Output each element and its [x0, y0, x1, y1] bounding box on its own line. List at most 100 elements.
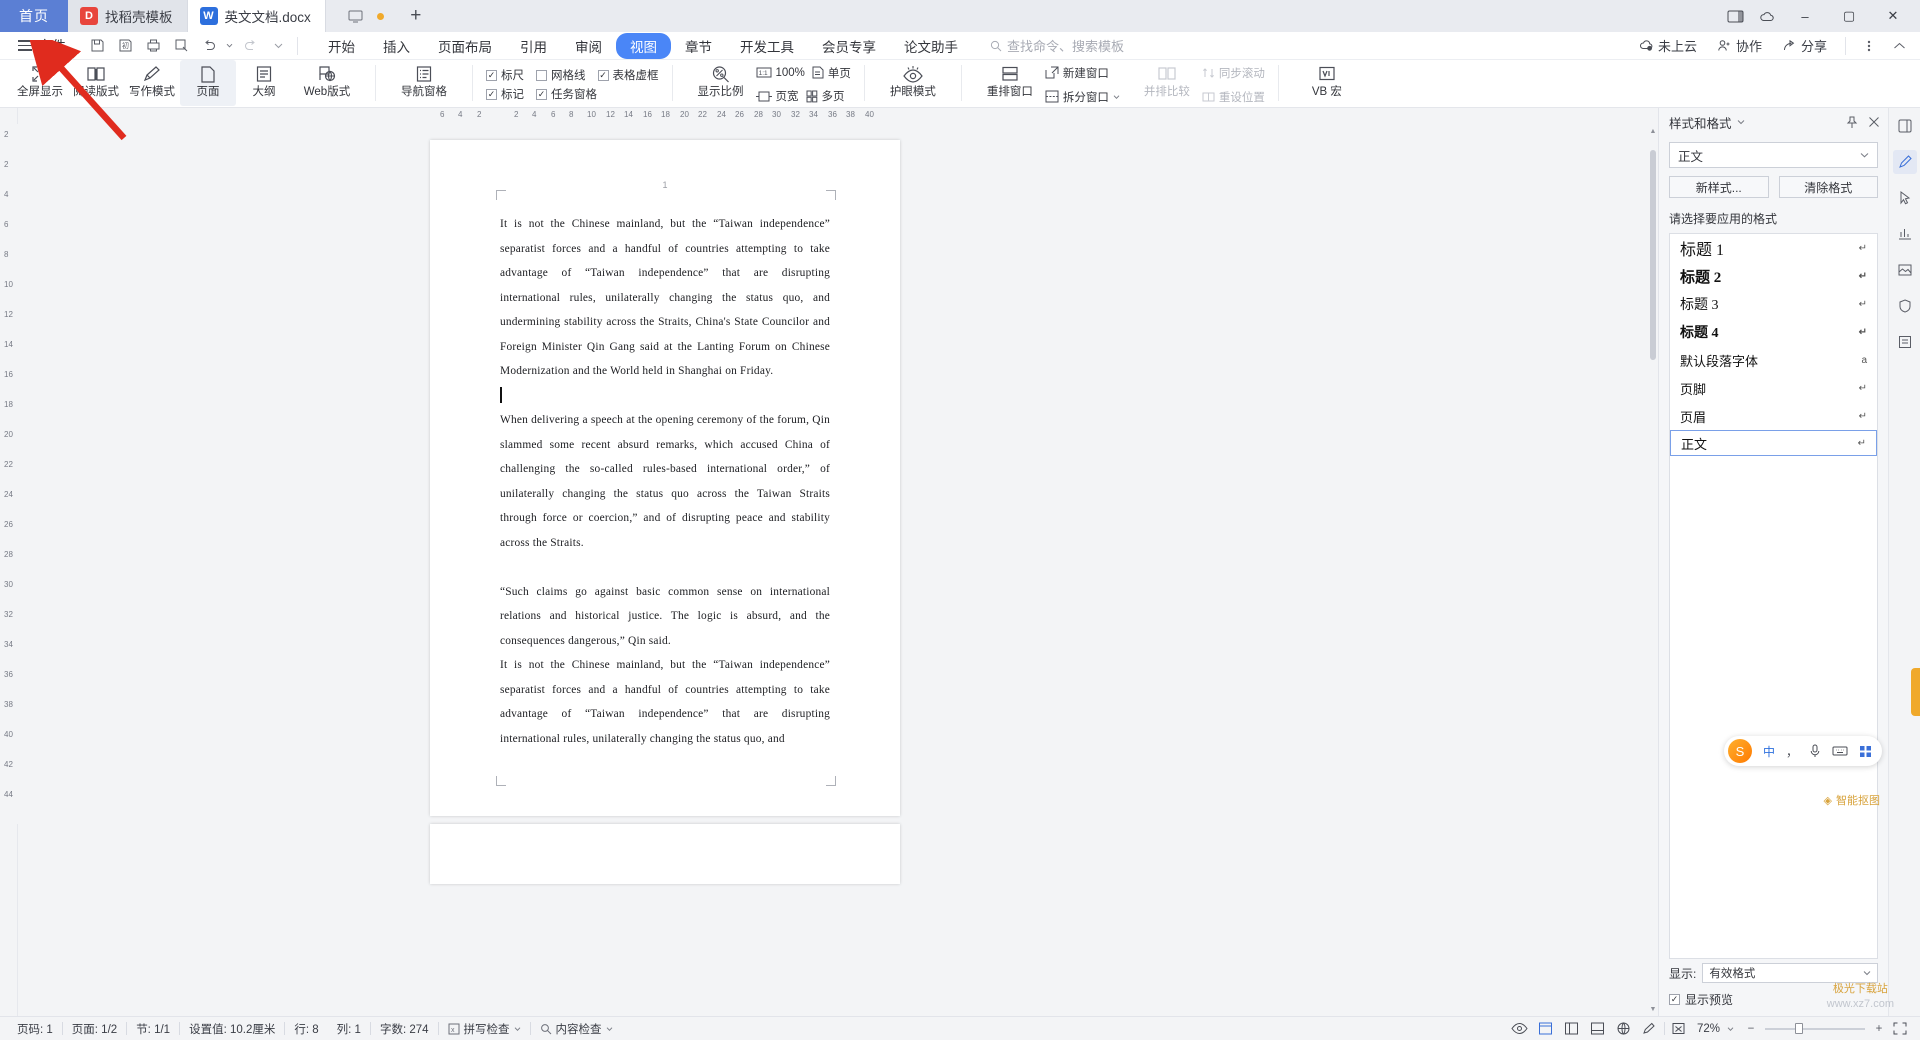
zoom-out-button[interactable]: − — [1744, 1023, 1758, 1035]
panel-layout-icon[interactable] — [1720, 2, 1750, 30]
ribbon-page-width[interactable]: 页宽 — [755, 88, 799, 104]
status-column[interactable]: 列: 1 — [328, 1021, 370, 1037]
tab-page-layout[interactable]: 页面布局 — [424, 33, 506, 59]
checkbox-table-borders[interactable]: ✓ 表格虚框 — [597, 67, 659, 83]
fullscreen-toggle-icon[interactable] — [1888, 1019, 1912, 1039]
ribbon-reading-layout[interactable]: 阅读版式 — [68, 60, 124, 106]
ribbon-zoom[interactable]: 显示比例 — [686, 60, 756, 106]
ribbon-single-page[interactable]: 单页 — [812, 65, 851, 81]
ribbon-eye-protect[interactable]: 护眼模式 — [878, 60, 948, 106]
fit-page-icon[interactable] — [1667, 1019, 1691, 1039]
document-page-1[interactable]: 1 It is not the Chinese mainland, but th… — [430, 140, 900, 816]
command-search[interactable]: 查找命令、搜索模板 — [990, 36, 1124, 55]
cloud-sync-icon[interactable] — [1752, 2, 1782, 30]
new-style-button[interactable]: 新样式... — [1669, 176, 1769, 198]
tab-english-doc[interactable]: W 英文文档.docx — [187, 0, 326, 32]
horizontal-ruler[interactable]: 6 4 2 2 4 6 8 10 12 14 16 18 20 22 24 26… — [18, 108, 1310, 228]
ribbon-split-window[interactable]: 拆分窗口 — [1045, 89, 1120, 105]
more-vertical-icon[interactable] — [1856, 34, 1882, 58]
rail-chart-icon[interactable] — [1893, 222, 1917, 246]
reading-view-icon[interactable] — [1586, 1019, 1610, 1039]
undo-dropdown[interactable] — [224, 34, 235, 58]
grid-icon[interactable] — [1859, 745, 1872, 758]
home-tab[interactable]: 首页 — [0, 0, 68, 32]
keyboard-icon[interactable] — [1832, 745, 1848, 757]
current-style-select[interactable]: 正文 — [1669, 142, 1878, 168]
tab-insert[interactable]: 插入 — [369, 33, 424, 59]
rail-image-icon[interactable] — [1893, 330, 1917, 354]
ribbon-web-layout[interactable]: Web版式 — [292, 60, 362, 106]
rail-cursor-icon[interactable] — [1893, 186, 1917, 210]
style-item-footer[interactable]: 页脚 ↵ — [1670, 374, 1877, 402]
ribbon-nav-pane[interactable]: 导航窗格 — [389, 60, 459, 106]
style-list[interactable]: 标题 1 ↵ 标题 2 ↵ 标题 3 ↵ 标题 4 ↵ 默认段落字体 a 页脚 … — [1669, 233, 1878, 959]
ribbon-rearrange-window[interactable]: 重排窗口 — [975, 60, 1045, 106]
ime-toolbar[interactable]: S 中 ， — [1723, 736, 1882, 766]
style-item-header[interactable]: 页眉 ↵ — [1670, 402, 1877, 430]
document-page-2[interactable] — [430, 824, 900, 884]
ribbon-new-window[interactable]: 新建窗口 — [1045, 65, 1109, 81]
document-vertical-scrollbar[interactable]: ▲ ▼ — [1648, 124, 1658, 1016]
document-text-body[interactable]: It is not the Chinese mainland, but the … — [500, 212, 830, 751]
tab-thesis-helper[interactable]: 论文助手 — [890, 33, 972, 59]
collaborate-button[interactable]: 协作 — [1709, 34, 1770, 58]
chevron-up-icon[interactable] — [1886, 34, 1912, 58]
document-canvas[interactable]: 1 It is not the Chinese mainland, but th… — [18, 124, 1658, 1016]
close-button[interactable]: ✕ — [1872, 1, 1914, 31]
redo-icon[interactable] — [237, 34, 263, 58]
rail-picture-icon[interactable] — [1893, 258, 1917, 282]
pen-icon[interactable] — [1638, 1019, 1662, 1039]
style-item-heading-2[interactable]: 标题 2 ↵ — [1670, 262, 1877, 290]
print-icon[interactable] — [140, 34, 166, 58]
ribbon-page-view[interactable]: 页面 — [180, 60, 236, 106]
scroll-thumb[interactable] — [1650, 150, 1656, 360]
monitor-icon[interactable] — [348, 10, 363, 23]
close-icon[interactable] — [1868, 116, 1880, 128]
status-content-check[interactable]: 内容检查 — [531, 1021, 622, 1037]
ribbon-vb-macro[interactable]: VB 宏 — [1292, 60, 1362, 106]
checkbox-marks[interactable]: ✓ 标记 — [486, 86, 524, 102]
zoom-level-label[interactable]: 72% — [1693, 1023, 1722, 1035]
eye-protect-icon[interactable] — [1508, 1019, 1532, 1039]
scroll-up-arrow[interactable]: ▲ — [1648, 124, 1658, 138]
status-setting-value[interactable]: 设置值: 10.2厘米 — [180, 1021, 284, 1037]
tab-review[interactable]: 审阅 — [561, 33, 616, 59]
status-page-count[interactable]: 页面: 1/2 — [63, 1021, 126, 1037]
tab-member[interactable]: 会员专享 — [808, 33, 890, 59]
cloud-status-button[interactable]: 未上云 — [1631, 34, 1705, 58]
checkbox-gridlines[interactable]: 网格线 — [536, 67, 586, 83]
style-item-body-text[interactable]: 正文 ↵ — [1670, 430, 1877, 456]
checkbox-task-pane[interactable]: ✓ 任务窗格 — [536, 86, 597, 102]
ribbon-writing-mode[interactable]: 写作模式 — [124, 60, 180, 106]
status-row[interactable]: 行: 8 — [285, 1021, 327, 1037]
style-item-heading-1[interactable]: 标题 1 ↵ — [1670, 234, 1877, 262]
page-view-icon[interactable] — [1534, 1019, 1558, 1039]
undo-icon[interactable] — [196, 34, 222, 58]
style-item-heading-3[interactable]: 标题 3 ↵ — [1670, 290, 1877, 318]
file-menu[interactable]: 文件 — [8, 34, 76, 58]
ribbon-outline-view[interactable]: 大纲 — [236, 60, 292, 106]
outline-view-icon[interactable] — [1560, 1019, 1584, 1039]
tab-references[interactable]: 引用 — [506, 33, 561, 59]
save-icon[interactable] — [84, 34, 110, 58]
minimize-button[interactable]: – — [1784, 1, 1826, 31]
smart-cutout-badge[interactable]: ◈ 智能抠图 — [1824, 792, 1880, 808]
split-window-dropdown-icon[interactable] — [1113, 94, 1120, 100]
new-tab-button[interactable]: + — [395, 0, 436, 32]
content-check-dropdown-icon[interactable] — [606, 1026, 613, 1032]
zoom-dropdown-icon[interactable] — [1724, 1019, 1736, 1039]
rail-brush-icon[interactable] — [1892, 150, 1917, 174]
clear-format-button[interactable]: 清除格式 — [1778, 176, 1878, 198]
style-item-heading-4[interactable]: 标题 4 ↵ — [1670, 318, 1877, 346]
status-section[interactable]: 节: 1/1 — [127, 1021, 179, 1037]
ribbon-zoom-100[interactable]: 1:1 100% — [756, 67, 805, 79]
rail-orange-handle[interactable] — [1911, 668, 1920, 716]
maximize-button[interactable]: ▢ — [1828, 1, 1870, 31]
web-view-icon[interactable] — [1612, 1019, 1636, 1039]
zoom-slider[interactable] — [1765, 1022, 1865, 1036]
punctuation-icon[interactable]: ， — [1786, 743, 1798, 760]
save-as-icon[interactable]: 初 — [112, 34, 138, 58]
zoom-slider-knob[interactable] — [1795, 1023, 1803, 1034]
status-page-number[interactable]: 页码: 1 — [8, 1021, 62, 1037]
tab-start[interactable]: 开始 — [314, 33, 369, 59]
